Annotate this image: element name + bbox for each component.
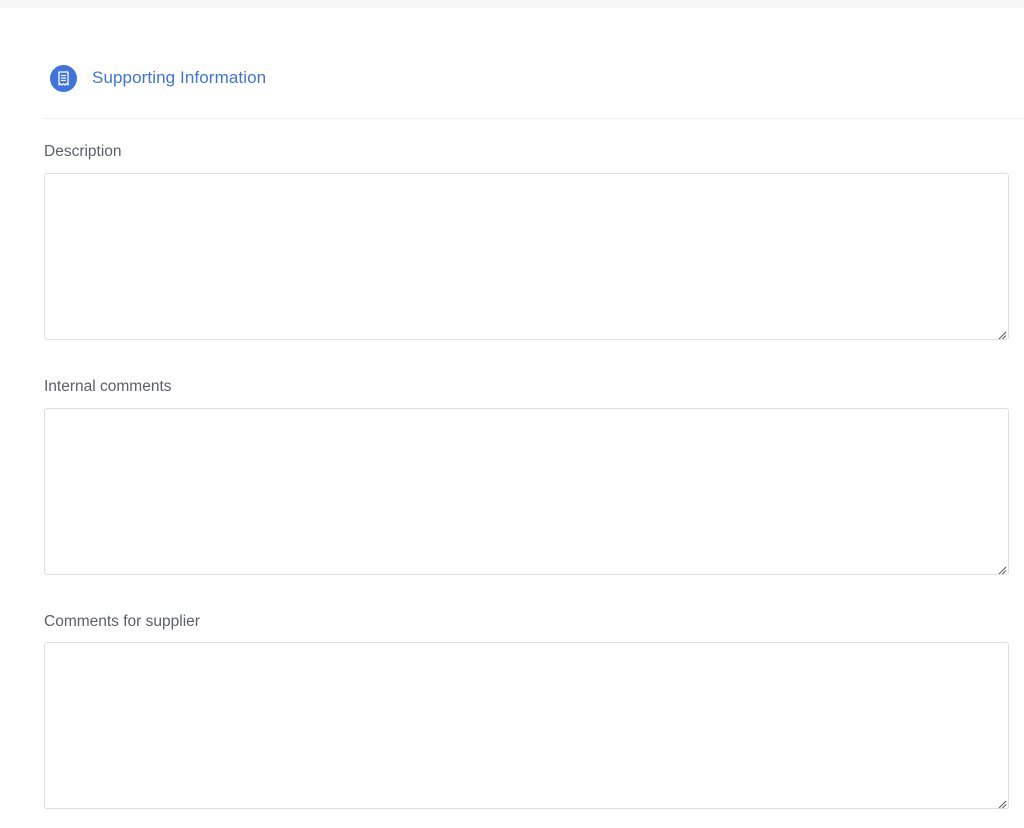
internal-comments-label: Internal comments [44,378,172,395]
supplier-comments-label: Comments for supplier [44,613,200,630]
internal-comments-textarea[interactable] [44,408,1009,575]
section-divider [44,118,1024,119]
resize-handle-icon[interactable] [997,330,1007,340]
description-textarea[interactable] [44,173,1009,340]
receipt-icon [50,64,77,92]
resize-handle-icon[interactable] [997,565,1007,575]
description-label: Description [44,143,122,160]
top-bar [0,0,1024,8]
section-header: Supporting Information [50,63,266,93]
resize-handle-icon[interactable] [997,799,1007,809]
section-title: Supporting Information [92,68,267,87]
supplier-comments-textarea[interactable] [44,642,1009,809]
